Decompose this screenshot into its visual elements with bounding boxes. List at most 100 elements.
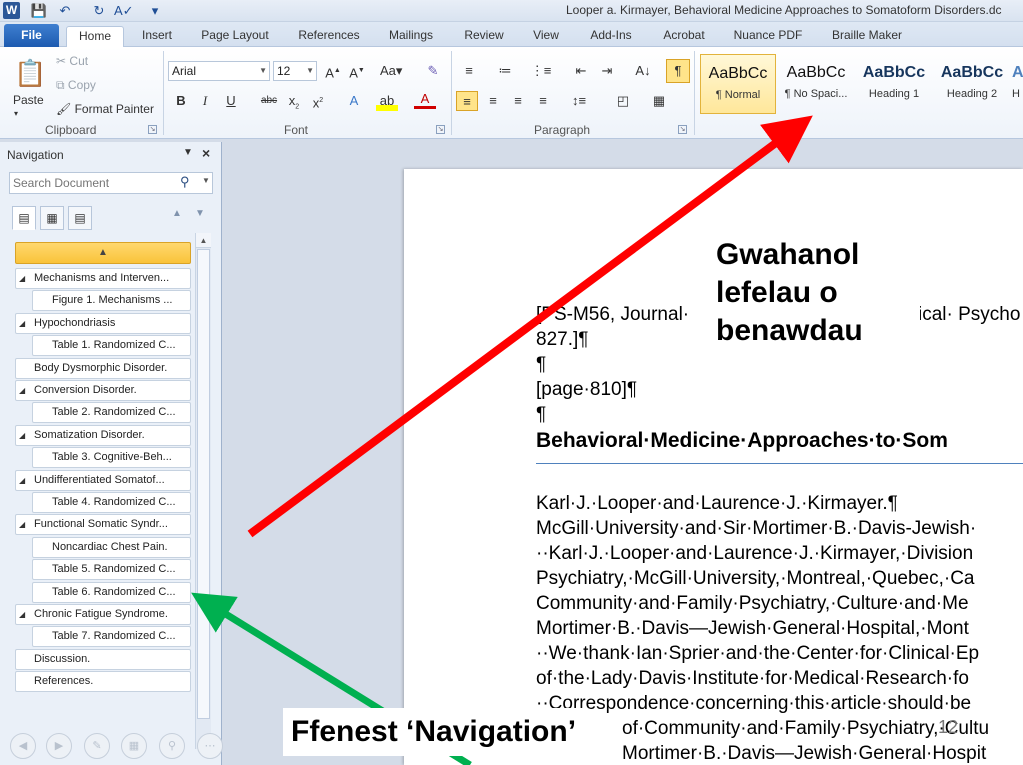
browse-headings-tab[interactable]: ▤ <box>12 206 36 230</box>
customize-toolbar-icon[interactable]: ▾ <box>146 2 164 20</box>
nav-heading-item[interactable]: Table 7. Randomized C... <box>32 626 191 648</box>
style-heading-1[interactable]: AaBbCc Heading 1 <box>856 54 932 114</box>
superscript-icon[interactable]: x2 <box>307 91 329 111</box>
numbering-icon[interactable]: ≔ <box>494 61 516 81</box>
bullets-icon[interactable]: ≡ <box>458 61 480 81</box>
font-launcher-icon[interactable]: ↘ <box>436 125 445 134</box>
decrease-indent-icon[interactable]: ⇤ <box>570 61 592 81</box>
line-spacing-icon[interactable]: ↕≡ <box>568 91 590 111</box>
nav-heading-item[interactable]: Table 2. Randomized C... <box>32 402 191 424</box>
tab-acrobat[interactable]: Acrobat <box>655 26 713 47</box>
tab-references[interactable]: References <box>291 26 367 47</box>
collapse-all-button[interactable]: ▲ <box>15 242 191 264</box>
cut-button[interactable]: ✂ Cut <box>56 52 88 70</box>
tab-braille-maker[interactable]: Braille Maker <box>822 26 912 47</box>
change-case-icon[interactable]: Aa▾ <box>380 61 402 81</box>
expand-triangle-icon[interactable]: ◢ <box>19 515 25 534</box>
paste-dropdown-icon[interactable]: ▾ <box>14 105 18 123</box>
chevron-down-icon[interactable]: ▼ <box>202 176 210 185</box>
save-icon[interactable]: 💾 <box>30 2 48 20</box>
nav-heading-item[interactable]: Table 4. Randomized C... <box>32 492 191 513</box>
next-heading-icon[interactable]: ▼ <box>195 208 205 219</box>
browse-pages-tab[interactable]: ▦ <box>40 206 64 230</box>
nav-heading-item[interactable]: Table 5. Randomized C... <box>32 559 191 581</box>
align-center-icon[interactable]: ≡ <box>482 91 504 111</box>
justify-icon[interactable]: ≡ <box>532 91 554 111</box>
scroll-up-icon[interactable]: ▲ <box>196 233 211 248</box>
nav-heading-item[interactable]: Table 6. Randomized C... <box>32 581 191 603</box>
redo-icon[interactable]: ↻ <box>90 2 108 20</box>
more-icon[interactable]: ⋯ <box>197 733 223 759</box>
nav-heading-item[interactable]: ◢ Somatization Disorder. <box>15 424 191 446</box>
clear-formatting-icon[interactable]: ✎ <box>422 61 444 81</box>
close-icon[interactable]: × <box>202 145 210 161</box>
undo-icon[interactable]: ↶ <box>56 2 74 20</box>
borders-icon[interactable]: ▦ <box>648 91 670 111</box>
spelling-icon[interactable]: A✓ <box>114 2 134 20</box>
sort-icon[interactable]: A↓ <box>632 61 654 81</box>
show-formatting-marks-icon[interactable]: ¶ <box>666 59 690 83</box>
nav-heading-item[interactable]: Table 3. Cognitive-Beh... <box>32 447 191 469</box>
forward-icon[interactable]: ▶ <box>46 733 72 759</box>
expand-triangle-icon[interactable]: ◢ <box>19 605 25 624</box>
paragraph-launcher-icon[interactable]: ↘ <box>678 125 687 134</box>
grid-icon[interactable]: ▦ <box>121 733 147 759</box>
grow-font-icon[interactable]: A▲ <box>322 61 344 81</box>
italic-icon[interactable]: I <box>194 91 216 111</box>
multilevel-list-icon[interactable]: ⋮≡ <box>530 61 552 81</box>
tab-file[interactable]: File <box>4 24 59 47</box>
paste-icon[interactable]: 📋 <box>14 55 46 91</box>
expand-triangle-icon[interactable]: ◢ <box>19 314 25 333</box>
tab-add-ins[interactable]: Add-Ins <box>583 26 639 47</box>
shading-icon[interactable]: ◰ <box>612 91 634 111</box>
increase-indent-icon[interactable]: ⇥ <box>596 61 618 81</box>
tab-view[interactable]: View <box>525 26 567 47</box>
font-color-icon[interactable]: A <box>414 91 436 109</box>
clipboard-launcher-icon[interactable]: ↘ <box>148 125 157 134</box>
tab-review[interactable]: Review <box>457 26 511 47</box>
align-right-icon[interactable]: ≡ <box>507 91 529 111</box>
text-effects-icon[interactable]: A <box>343 91 365 111</box>
subscript-icon[interactable]: x2 <box>283 91 305 111</box>
underline-icon[interactable]: U <box>220 91 242 111</box>
nav-heading-item[interactable]: Table 1. Randomized C... <box>32 335 191 357</box>
search-icon[interactable]: ⚲ <box>180 174 190 190</box>
copy-button[interactable]: ⧉ Copy <box>56 76 96 94</box>
nav-heading-item[interactable]: ◢ Hypochondriasis <box>15 312 191 334</box>
tab-insert[interactable]: Insert <box>133 26 181 47</box>
nav-heading-item[interactable]: ◢ Conversion Disorder. <box>15 380 191 401</box>
word-app-icon[interactable]: W <box>3 2 20 19</box>
bold-icon[interactable]: B <box>170 91 192 111</box>
expand-triangle-icon[interactable]: ◢ <box>19 381 25 400</box>
highlight-icon[interactable]: ab <box>376 91 398 111</box>
zoom-icon[interactable]: ⚲ <box>159 733 185 759</box>
strikethrough-icon[interactable]: abc <box>258 91 280 111</box>
nav-heading-item[interactable]: ◢ Undifferentiated Somatof... <box>15 469 191 491</box>
nav-heading-item[interactable]: ◢ Mechanisms and Interven... <box>15 268 191 289</box>
tab-page-layout[interactable]: Page Layout <box>195 26 275 47</box>
tab-mailings[interactable]: Mailings <box>381 26 441 47</box>
align-left-icon[interactable]: ≡ <box>456 91 478 111</box>
style-heading-2[interactable]: AaBbCc Heading 2 <box>934 54 1010 114</box>
search-input[interactable] <box>13 175 173 191</box>
browse-results-tab[interactable]: ▤ <box>68 206 92 230</box>
style-normal[interactable]: AaBbCc ¶ Normal <box>700 54 776 114</box>
font-size-select[interactable]: 12 ▼ <box>273 61 317 81</box>
format-painter-button[interactable]: 🖌 Format Painter <box>56 100 154 118</box>
tab-home[interactable]: Home <box>66 26 124 48</box>
nav-heading-item[interactable]: Noncardiac Chest Pain. <box>32 536 191 558</box>
style-no-spacing[interactable]: AaBbCc ¶ No Spaci... <box>778 54 854 114</box>
nav-heading-item[interactable]: Figure 1. Mechanisms ... <box>32 290 191 312</box>
back-icon[interactable]: ◀ <box>10 733 36 759</box>
nav-heading-item[interactable]: References. <box>15 671 191 693</box>
tab-nuance-pdf[interactable]: Nuance PDF <box>729 26 807 47</box>
shrink-font-icon[interactable]: A▼ <box>346 61 368 81</box>
expand-triangle-icon[interactable]: ◢ <box>19 471 25 490</box>
pen-icon[interactable]: ✎ <box>84 733 110 759</box>
pane-options-icon[interactable]: ▼ <box>183 147 193 158</box>
nav-heading-item[interactable]: Body Dysmorphic Disorder. <box>15 357 191 379</box>
previous-heading-icon[interactable]: ▲ <box>172 208 182 219</box>
nav-heading-item[interactable]: Discussion. <box>15 648 191 670</box>
style-title[interactable]: A H <box>1012 54 1023 114</box>
expand-triangle-icon[interactable]: ◢ <box>19 269 25 288</box>
